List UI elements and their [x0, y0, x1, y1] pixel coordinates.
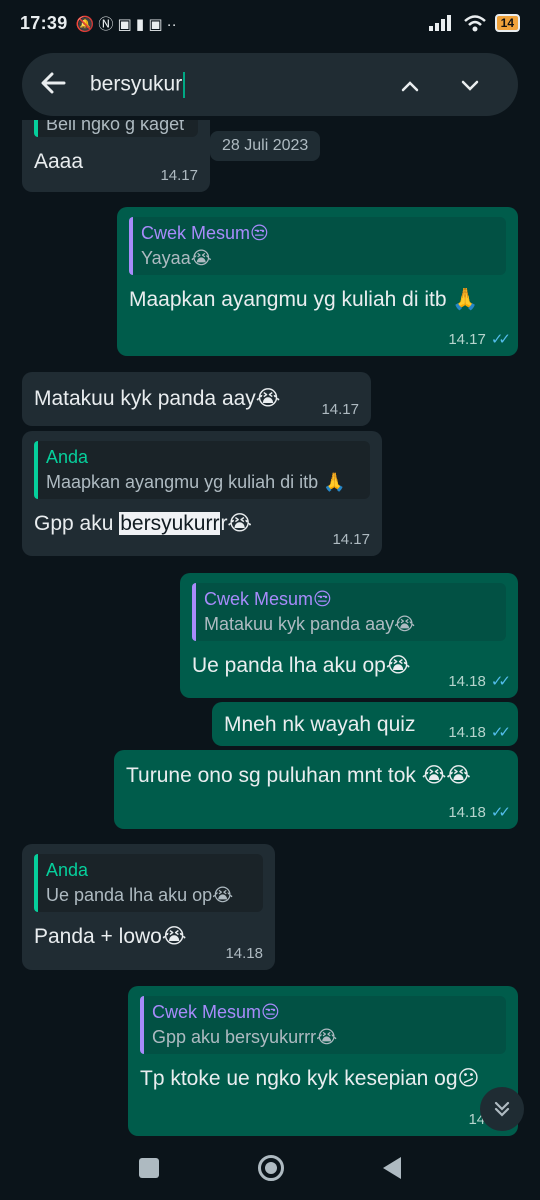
chat-area[interactable]: Beli ngko g kaget Aaaa 14.17 28 Juli 202…: [0, 120, 540, 1136]
search-input[interactable]: bersyukur: [90, 71, 380, 98]
quoted-message[interactable]: Cwek Mesum😒 Yayaa😭: [129, 217, 506, 275]
quoted-text: Maapkan ayangmu yg kuliah di itb 🙏: [46, 472, 346, 492]
status-bar: 17:39 🔕 Ⓝ ▣ ▮ ▣ ·· 14: [0, 0, 540, 46]
message-status: 14.18 ✓✓: [448, 723, 511, 742]
chevron-down-icon: [461, 80, 479, 91]
chevron-up-icon: [401, 80, 419, 91]
date-chip: 28 Juli 2023: [210, 131, 321, 161]
message-text: Maapkan ayangmu yg kuliah di itb 🙏: [129, 288, 479, 311]
message-time: 14.17: [160, 167, 198, 184]
search-next-button[interactable]: [440, 72, 500, 98]
message-text: Gpp aku bersyukurrr😭: [34, 512, 252, 535]
quoted-sender: Anda: [46, 447, 89, 467]
battery-icon: 14: [494, 14, 520, 32]
read-ticks-icon: ✓✓: [490, 331, 511, 348]
message-incoming[interactable]: Anda Ue panda lha aku op😭 Panda + lowo😭 …: [22, 844, 275, 970]
message-outgoing[interactable]: Cwek Mesum😒 Gpp aku bersyukurrr😭 Tp ktok…: [128, 986, 518, 1136]
recents-button[interactable]: [139, 1158, 160, 1178]
quoted-text: Gpp aku bersyukurrr😭: [152, 1027, 338, 1047]
read-ticks-icon: ✓✓: [490, 724, 511, 741]
quoted-sender: Cwek Mesum😒: [204, 589, 332, 609]
quoted-message[interactable]: Anda Ue panda lha aku op😭: [34, 854, 263, 912]
notification-icons: 🔕 Ⓝ ▣ ▮ ▣ ··: [75, 15, 177, 33]
message-text: Tp ktoke ue ngko kyk kesepian og😕: [140, 1067, 480, 1090]
quoted-text: Matakuu kyk panda aay😭: [204, 614, 416, 634]
status-right: 14: [428, 14, 520, 32]
read-ticks-icon: ✓✓: [490, 673, 511, 690]
message-text: Matakuu kyk panda aay😭: [34, 387, 281, 410]
quoted-text: Beli ngko g kaget: [46, 120, 185, 134]
quoted-sender: Anda: [46, 860, 89, 880]
status-time: 17:39: [20, 12, 68, 33]
quoted-sender: Cwek Mesum😒: [141, 223, 269, 243]
message-outgoing[interactable]: Cwek Mesum😒 Matakuu kyk panda aay😭 Ue pa…: [180, 573, 518, 698]
message-outgoing[interactable]: Mneh nk wayah quiz 14.18 ✓✓: [212, 702, 518, 746]
double-chevron-down-icon: [494, 1101, 510, 1117]
home-button[interactable]: [257, 1155, 284, 1181]
message-time: 14.17: [321, 401, 359, 418]
quoted-message[interactable]: Beli ngko g kaget: [34, 120, 198, 137]
message-status: 14.18 ✓✓: [448, 803, 511, 822]
message-time: 14.18: [225, 945, 263, 962]
message-time: 14.17: [332, 531, 370, 548]
back-button[interactable]: [382, 1157, 401, 1179]
quoted-message[interactable]: Cwek Mesum😒 Matakuu kyk panda aay😭: [192, 583, 506, 641]
system-nav-bar: [0, 1136, 540, 1200]
search-prev-button[interactable]: [380, 72, 440, 98]
message-outgoing[interactable]: Cwek Mesum😒 Yayaa😭 Maapkan ayangmu yg ku…: [117, 207, 518, 356]
message-status: 14.17 ✓✓: [448, 330, 511, 349]
quoted-text: Ue panda lha aku op😭: [46, 885, 234, 905]
search-bar: bersyukur: [22, 53, 518, 116]
text-caret: [183, 71, 186, 98]
quoted-message[interactable]: Cwek Mesum😒 Gpp aku bersyukurrr😭: [140, 996, 506, 1054]
message-incoming[interactable]: Anda Maapkan ayangmu yg kuliah di itb 🙏 …: [22, 431, 382, 556]
quoted-sender: Cwek Mesum😒: [152, 1002, 280, 1022]
message-outgoing[interactable]: Turune ono sg puluhan mnt tok 😭😭 14.18 ✓✓: [114, 750, 518, 829]
wifi-icon: [463, 15, 486, 32]
scroll-to-bottom-button[interactable]: [480, 1087, 524, 1131]
quoted-message[interactable]: Anda Maapkan ayangmu yg kuliah di itb 🙏: [34, 441, 370, 499]
message-incoming[interactable]: Matakuu kyk panda aay😭 14.17: [22, 372, 371, 426]
signal-icon: [428, 15, 451, 31]
back-arrow-icon[interactable]: [40, 69, 80, 101]
search-match-highlight: bersyukurr: [119, 512, 221, 535]
message-text: Turune ono sg puluhan mnt tok 😭😭: [126, 764, 471, 787]
message-incoming[interactable]: Beli ngko g kaget Aaaa 14.17: [22, 120, 210, 192]
message-status: 14.18 ✓✓: [448, 672, 511, 691]
read-ticks-icon: ✓✓: [490, 804, 511, 821]
quoted-text: Yayaa😭: [141, 248, 212, 268]
